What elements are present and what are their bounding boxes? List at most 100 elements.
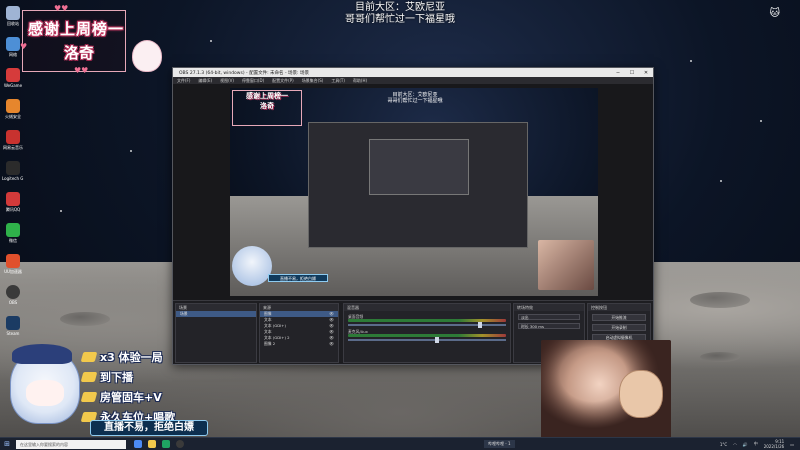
desktop-icon-wechat[interactable]: 微信 <box>2 223 24 249</box>
desktop-icon-steam[interactable]: Steam <box>2 316 24 342</box>
list-item-label: 房管固车+V <box>100 391 162 404</box>
ime-indicator[interactable]: 中 <box>754 441 758 447</box>
transition-type-select[interactable]: 淡出 <box>518 314 580 320</box>
taskbar-clock[interactable]: 9:11 2022/1/26 <box>764 439 785 449</box>
qq-icon <box>6 192 20 206</box>
volume-fader[interactable] <box>348 337 506 343</box>
menu-file[interactable]: 文件(F) <box>177 78 190 84</box>
region-line: 目前大区：艾欧尼亚 <box>355 2 445 13</box>
preview-nested-obs-inner <box>369 139 469 195</box>
start-streaming-button[interactable]: 开始推流 <box>592 314 646 321</box>
vtuber-avatar <box>2 342 90 434</box>
mixer-dock-title: 混音器 <box>344 304 510 311</box>
no-freeloading-banner: 直播不易，拒绝白嫖 <box>90 420 208 436</box>
obs-preview-area: 感谢上周榜一 洛奇 目前大区：艾欧尼亚 哥哥们帮忙过一下福星哦 直播不易，拒绝白… <box>173 84 653 300</box>
task-view-icon[interactable] <box>134 440 142 448</box>
obs-window[interactable]: OBS 27.1.3 (64-bit, windows) - 配置文件: 未命名… <box>172 67 654 371</box>
heart-icon: ♥♥ <box>54 4 69 13</box>
desktop-icon-netease-music[interactable]: 网易云音乐 <box>2 130 24 156</box>
obs-titlebar[interactable]: OBS 27.1.3 (64-bit, windows) - 配置文件: 未命名… <box>173 68 653 77</box>
volume-meter <box>348 319 506 322</box>
obs-preview-canvas[interactable]: 感谢上周榜一 洛奇 目前大区：艾欧尼亚 哥哥们帮忙过一下福星哦 直播不易，拒绝白… <box>230 88 598 296</box>
star <box>130 150 132 152</box>
windows-start-icon[interactable]: ⊞ <box>0 438 14 450</box>
clock-date: 2022/1/26 <box>763 444 785 449</box>
uu-accelerator-icon <box>6 254 20 268</box>
transitions-dock-title: 转场特效 <box>514 304 584 311</box>
transition-duration-field[interactable]: 时长 300 ms <box>518 323 580 329</box>
minimize-icon[interactable]: ─ <box>611 70 625 76</box>
menu-edit[interactable]: 编辑(E) <box>198 78 212 84</box>
taskbar-pinned-window[interactable]: 哔哩哔哩 - 1 <box>484 440 515 448</box>
obs-taskbar-icon[interactable] <box>176 440 184 448</box>
fader-handle[interactable] <box>434 337 439 343</box>
menu-tools[interactable]: 工具(T) <box>331 78 345 84</box>
fader-handle[interactable] <box>477 322 482 328</box>
desktop-icon-huorong[interactable]: 火绒安全 <box>2 99 24 125</box>
obs-menubar: 文件(F) 编辑(E) 视图(V) 停靠窗口(D) 配置文件(P) 场景集合(S… <box>173 77 653 84</box>
taskbar-search-input[interactable]: 在这里输入你要搜索的内容 <box>16 439 126 449</box>
menu-profile[interactable]: 配置文件(P) <box>272 78 294 84</box>
duration-value: 300 ms <box>529 324 544 329</box>
wifi-icon[interactable]: ◠ <box>733 442 737 447</box>
bunny-mascot-icon <box>132 40 162 72</box>
thanks-panel: ♥♥ ♥ ♥♥ 感谢上周榜一 洛奇 <box>14 4 164 76</box>
preview-vtuber-avatar <box>232 246 272 286</box>
music-icon <box>6 130 20 144</box>
region-text: 目前大区：艾欧尼亚 哥哥们帮忙过一下福星哦 <box>300 2 500 26</box>
source-item-label: 图像 2 <box>264 341 276 346</box>
eye-icon[interactable]: 👁 <box>329 341 334 347</box>
menu-docks[interactable]: 停靠窗口(D) <box>242 78 264 84</box>
duration-label: 时长 <box>521 324 529 329</box>
heart-icon: ♥♥ <box>74 66 89 75</box>
region-subline: 哥哥们帮忙过一下福星哦 <box>345 14 455 25</box>
preview-nested-obs <box>308 122 528 248</box>
desktop-icon-qq[interactable]: 腾讯QQ <box>2 192 24 218</box>
cat-icon: 🐱 <box>769 8 780 19</box>
menu-scene-collection[interactable]: 场景集合(S) <box>302 78 324 84</box>
logitech-icon <box>6 161 20 175</box>
star <box>210 40 212 42</box>
edge-icon[interactable] <box>162 440 170 448</box>
desktop-icon-obs[interactable]: OBS <box>2 285 24 311</box>
taskbar: ⊞ 在这里输入你要搜索的内容 哔哩哔哩 - 1 1°C ◠ 🔊 中 9:11 2… <box>0 437 800 450</box>
sources-dock: 来源 图像 👁 文本 👁 文本 (GDI+) 👁 文本 👁 文本 (GDI+) 2 👁 图… <box>259 303 339 363</box>
close-icon[interactable]: ✕ <box>639 70 653 76</box>
crater <box>690 292 750 308</box>
perk-list: x3 体验一局 到下播 房管固车+V 永久车位+唱歌 <box>80 348 192 428</box>
menu-help[interactable]: 帮助(H) <box>353 78 367 84</box>
heart-icon: ♥ <box>20 42 28 51</box>
menu-view[interactable]: 视图(V) <box>220 78 234 84</box>
scenes-dock-title: 场景 <box>176 304 256 311</box>
vtuber-hat <box>12 344 72 364</box>
file-explorer-icon[interactable] <box>148 440 156 448</box>
scene-item[interactable]: 场景 <box>176 311 256 317</box>
maximize-icon[interactable]: ☐ <box>625 70 639 76</box>
preview-thanks-title: 感谢上周榜一 <box>246 92 288 100</box>
weather-temperature[interactable]: 1°C <box>720 442 727 447</box>
start-recording-button[interactable]: 开始录制 <box>592 324 646 331</box>
star <box>720 180 722 182</box>
steam-icon <box>6 316 20 330</box>
desktop-icon-logitech[interactable]: Logitech G HUB <box>2 161 24 187</box>
list-item-label: x3 体验一局 <box>100 351 163 364</box>
preview-banner: 直播不易，拒绝白嫖 <box>268 274 328 282</box>
teddy-bear-icon <box>619 370 663 418</box>
notification-icon[interactable]: ▭ <box>790 442 794 447</box>
preview-thanks-panel: 感谢上周榜一 洛奇 <box>232 90 302 126</box>
volume-icon[interactable]: 🔊 <box>743 442 748 447</box>
obs-icon <box>6 285 20 299</box>
crater <box>60 312 110 326</box>
star <box>760 120 762 122</box>
star <box>690 60 692 62</box>
desktop-icon-uu[interactable]: UU加速器 <box>2 254 24 280</box>
mixer-dock: 混音器 桌面音频 麦克风/Aux <box>343 303 511 363</box>
wechat-icon <box>6 223 20 237</box>
star <box>60 210 62 212</box>
list-item: 到下播 <box>80 368 192 386</box>
volume-fader[interactable] <box>348 322 506 328</box>
webcam-feed <box>541 340 671 438</box>
thanks-name: 洛奇 <box>64 44 95 62</box>
source-item[interactable]: 图像 2 👁 <box>260 341 338 347</box>
sources-dock-title: 来源 <box>260 304 338 311</box>
